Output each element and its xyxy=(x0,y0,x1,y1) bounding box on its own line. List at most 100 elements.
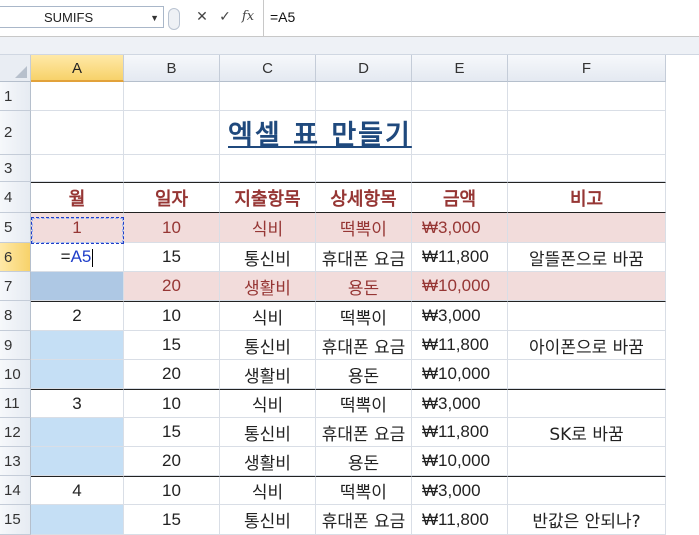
column-header-b[interactable]: B xyxy=(124,55,220,82)
column-label-1[interactable]: 월 xyxy=(31,182,124,213)
cell-f12[interactable]: SK로 바꿈 xyxy=(508,418,666,447)
cell-c9[interactable]: 통신비 xyxy=(220,331,316,360)
cell-e2[interactable] xyxy=(412,111,508,155)
cell-b11[interactable]: 10 xyxy=(124,389,220,418)
cell-a6-editing[interactable]: =A5 xyxy=(31,243,124,272)
cell-f14[interactable] xyxy=(508,476,666,505)
cell-b7[interactable]: 20 xyxy=(124,272,220,301)
cell-edit-text[interactable]: =A5 xyxy=(61,247,94,267)
cell-f2[interactable] xyxy=(508,111,666,155)
column-label-2[interactable]: 일자 xyxy=(124,182,220,213)
select-all-button[interactable] xyxy=(0,55,31,82)
cell-f11[interactable] xyxy=(508,389,666,418)
cell-c14[interactable]: 식비 xyxy=(220,476,316,505)
chevron-down-icon[interactable]: ▼ xyxy=(150,7,159,29)
cell-d11[interactable]: 떡뽁이 xyxy=(316,389,412,418)
enter-icon[interactable]: ✓ xyxy=(215,6,235,28)
cell-c13[interactable]: 생활비 xyxy=(220,447,316,476)
cell-a8[interactable]: 2 xyxy=(31,301,124,331)
cell-b14[interactable]: 10 xyxy=(124,476,220,505)
cell-e3[interactable] xyxy=(412,155,508,182)
cell-b2[interactable] xyxy=(124,111,220,155)
cell-d9[interactable]: 휴대폰 요금 xyxy=(316,331,412,360)
cell-b9[interactable]: 15 xyxy=(124,331,220,360)
cell-f1[interactable] xyxy=(508,82,666,111)
cell-a10[interactable] xyxy=(31,360,124,389)
cell-e6[interactable]: ₩11,800 xyxy=(412,243,508,272)
cell-c7[interactable]: 생활비 xyxy=(220,272,316,301)
cell-d12[interactable]: 휴대폰 요금 xyxy=(316,418,412,447)
row-header-7[interactable]: 7 xyxy=(0,272,31,301)
insert-function-icon[interactable]: fx xyxy=(238,6,258,28)
cell-b1[interactable] xyxy=(124,82,220,111)
cancel-icon[interactable]: ✕ xyxy=(192,6,212,28)
cell-f3[interactable] xyxy=(508,155,666,182)
sheet-title[interactable]: 엑셀 표 만들기 xyxy=(228,113,412,152)
row-header-14[interactable]: 14 xyxy=(0,476,31,505)
cell-f8[interactable] xyxy=(508,301,666,331)
row-header-8[interactable]: 8 xyxy=(0,301,31,331)
cell-f13[interactable] xyxy=(508,447,666,476)
column-label-6[interactable]: 비고 xyxy=(508,182,666,213)
cell-a3[interactable] xyxy=(31,155,124,182)
row-header-9[interactable]: 9 xyxy=(0,331,31,360)
column-header-e[interactable]: E xyxy=(412,55,508,82)
cell-f7[interactable] xyxy=(508,272,666,301)
column-header-a[interactable]: A xyxy=(31,55,124,82)
name-box[interactable]: SUMIFS ▼ xyxy=(0,6,164,28)
cell-c6[interactable]: 통신비 xyxy=(220,243,316,272)
cell-d6[interactable]: 휴대폰 요금 xyxy=(316,243,412,272)
row-header-4[interactable]: 4 xyxy=(0,182,31,213)
cell-a9[interactable] xyxy=(31,331,124,360)
column-label-4[interactable]: 상세항목 xyxy=(316,182,412,213)
cell-d8[interactable]: 떡뽁이 xyxy=(316,301,412,331)
row-header-6[interactable]: 6 xyxy=(0,243,31,272)
cell-e13[interactable]: ₩10,000 xyxy=(412,447,508,476)
row-header-13[interactable]: 13 xyxy=(0,447,31,476)
cell-e12[interactable]: ₩11,800 xyxy=(412,418,508,447)
formula-input[interactable]: =A5 xyxy=(270,6,295,28)
cell-d1[interactable] xyxy=(316,82,412,111)
cell-f10[interactable] xyxy=(508,360,666,389)
cell-e9[interactable]: ₩11,800 xyxy=(412,331,508,360)
cell-f9[interactable]: 아이폰으로 바꿈 xyxy=(508,331,666,360)
column-header-c[interactable]: C xyxy=(220,55,316,82)
column-header-f[interactable]: F xyxy=(508,55,666,82)
cell-b6[interactable]: 15 xyxy=(124,243,220,272)
cell-d13[interactable]: 용돈 xyxy=(316,447,412,476)
row-header-2[interactable]: 2 xyxy=(0,111,31,155)
cell-c10[interactable]: 생활비 xyxy=(220,360,316,389)
cell-b10[interactable]: 20 xyxy=(124,360,220,389)
column-label-5[interactable]: 금액 xyxy=(412,182,508,213)
row-header-1[interactable]: 1 xyxy=(0,82,31,111)
row-header-12[interactable]: 12 xyxy=(0,418,31,447)
cell-e11[interactable]: ₩3,000 xyxy=(412,389,508,418)
cell-e10[interactable]: ₩10,000 xyxy=(412,360,508,389)
cell-d5[interactable]: 떡뽁이 xyxy=(316,213,412,243)
cell-e8[interactable]: ₩3,000 xyxy=(412,301,508,331)
cell-d7[interactable]: 용돈 xyxy=(316,272,412,301)
cell-d14[interactable]: 떡뽁이 xyxy=(316,476,412,505)
cell-b3[interactable] xyxy=(124,155,220,182)
cell-c3[interactable] xyxy=(220,155,316,182)
cell-c8[interactable]: 식비 xyxy=(220,301,316,331)
row-header-11[interactable]: 11 xyxy=(0,389,31,418)
cell-c1[interactable] xyxy=(220,82,316,111)
resize-handle-icon[interactable] xyxy=(168,8,180,30)
cell-a13[interactable] xyxy=(31,447,124,476)
cell-c12[interactable]: 통신비 xyxy=(220,418,316,447)
cell-b13[interactable]: 20 xyxy=(124,447,220,476)
cell-d3[interactable] xyxy=(316,155,412,182)
cell-a12[interactable] xyxy=(31,418,124,447)
cell-f5[interactable] xyxy=(508,213,666,243)
column-label-3[interactable]: 지출항목 xyxy=(220,182,316,213)
cell-b12[interactable]: 15 xyxy=(124,418,220,447)
cell-e14[interactable]: ₩3,000 xyxy=(412,476,508,505)
cell-b8[interactable]: 10 xyxy=(124,301,220,331)
cell-a1[interactable] xyxy=(31,82,124,111)
cell-a2[interactable] xyxy=(31,111,124,155)
cell-d10[interactable]: 용돈 xyxy=(316,360,412,389)
cell-c11[interactable]: 식비 xyxy=(220,389,316,418)
cell-a11[interactable]: 3 xyxy=(31,389,124,418)
cell-c5[interactable]: 식비 xyxy=(220,213,316,243)
